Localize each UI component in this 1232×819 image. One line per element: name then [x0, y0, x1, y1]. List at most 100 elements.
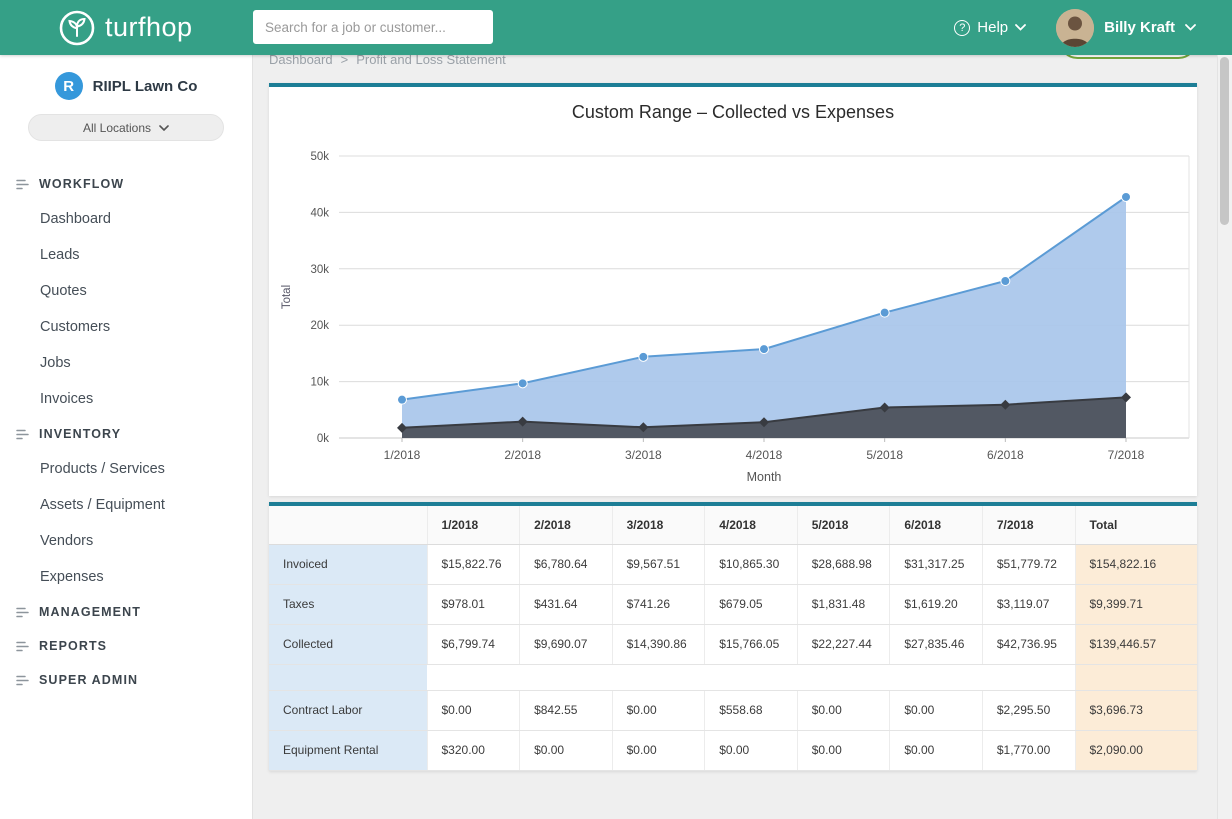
- row-label: Contract Labor: [269, 690, 427, 730]
- sidebar-item-jobs[interactable]: Jobs: [0, 345, 252, 381]
- sidebar-item-expenses[interactable]: Expenses: [0, 559, 252, 595]
- sidebar-item-products-services[interactable]: Products / Services: [0, 451, 252, 487]
- sidebar-section-super-admin[interactable]: SUPER ADMIN: [0, 663, 252, 697]
- user-menu[interactable]: Billy Kraft: [1056, 9, 1196, 47]
- column-header: [269, 506, 427, 544]
- y-tick-label: 30k: [310, 264, 329, 276]
- y-tick-label: 20k: [310, 320, 329, 332]
- cell-value: $9,399.71: [1075, 584, 1197, 624]
- x-tick-label: 3/2018: [625, 448, 662, 462]
- sidebar-item-vendors[interactable]: Vendors: [0, 523, 252, 559]
- x-tick-label: 7/2018: [1108, 448, 1145, 462]
- column-header: 3/2018: [612, 506, 705, 544]
- column-header: 6/2018: [890, 506, 983, 544]
- sidebar-item-leads[interactable]: Leads: [0, 237, 252, 273]
- section-label: WORKFLOW: [39, 177, 124, 191]
- table-row: Collected$6,799.74$9,690.07$14,390.86$15…: [269, 624, 1197, 664]
- cell-value: $9,690.07: [520, 624, 613, 664]
- chevron-down-icon: [1015, 24, 1026, 31]
- chart-card: Custom Range – Collected vs Expenses 0k 1…: [269, 83, 1197, 496]
- cell-value: $0.00: [890, 730, 983, 770]
- row-label: Invoiced: [269, 544, 427, 584]
- cell-value: $1,831.48: [797, 584, 890, 624]
- y-tick-label: 10k: [310, 377, 329, 389]
- topbar-right: ? Help Billy Kraft: [954, 0, 1196, 55]
- sidebar-item-dashboard[interactable]: Dashboard: [0, 201, 252, 237]
- cell-value: $0.00: [520, 730, 613, 770]
- cell-value: $320.00: [427, 730, 520, 770]
- chevron-down-icon: [159, 125, 169, 131]
- column-header: 2/2018: [520, 506, 613, 544]
- sidebar-section-management[interactable]: MANAGEMENT: [0, 595, 252, 629]
- column-header: 1/2018: [427, 506, 520, 544]
- cell-value: $3,119.07: [982, 584, 1075, 624]
- location-label: All Locations: [83, 121, 151, 135]
- cell-value: $51,779.72: [982, 544, 1075, 584]
- y-tick-label: 0k: [317, 433, 329, 445]
- cell-value: $0.00: [797, 690, 890, 730]
- sidebar-section-reports[interactable]: REPORTS: [0, 629, 252, 663]
- table-row: Equipment Rental$320.00$0.00$0.00$0.00$0…: [269, 730, 1197, 770]
- section-label: INVENTORY: [39, 427, 121, 441]
- cell-value: $0.00: [612, 730, 705, 770]
- help-menu[interactable]: ? Help: [954, 19, 1026, 36]
- cell-value: $0.00: [797, 730, 890, 770]
- cell-value: $15,822.76: [427, 544, 520, 584]
- main-content: Profit and Loss Statement Dashboard>Prof…: [253, 0, 1232, 771]
- series-area-collected: [402, 197, 1126, 438]
- column-header: 4/2018: [705, 506, 798, 544]
- cell-value: $558.68: [705, 690, 798, 730]
- pl-table: 1/20182/20183/20184/20185/20186/20187/20…: [269, 506, 1197, 771]
- data-point: [760, 345, 769, 354]
- section-lines-icon: [16, 675, 29, 686]
- cell-value: $22,227.44: [797, 624, 890, 664]
- sidebar-section-inventory[interactable]: INVENTORY: [0, 417, 252, 451]
- cell-value: $2,090.00: [1075, 730, 1197, 770]
- user-name: Billy Kraft: [1104, 19, 1175, 36]
- cell-value: $2,295.50: [982, 690, 1075, 730]
- help-label: Help: [977, 19, 1008, 36]
- table-row: Contract Labor$0.00$842.55$0.00$558.68$0…: [269, 690, 1197, 730]
- cell-value: $3,696.73: [1075, 690, 1197, 730]
- cell-value: $0.00: [705, 730, 798, 770]
- cell-value: $154,822.16: [1075, 544, 1197, 584]
- search-input[interactable]: [253, 10, 493, 44]
- column-header: 7/2018: [982, 506, 1075, 544]
- cell-value: $28,688.98: [797, 544, 890, 584]
- section-lines-icon: [16, 607, 29, 618]
- sidebar-item-quotes[interactable]: Quotes: [0, 273, 252, 309]
- section-lines-icon: [16, 179, 29, 190]
- spacer-cell: [1075, 664, 1197, 690]
- spacer-cell: [705, 664, 798, 690]
- spacer-cell: [982, 664, 1075, 690]
- turfhop-logo-icon: [58, 9, 96, 47]
- section-label: MANAGEMENT: [39, 605, 141, 619]
- row-label: Equipment Rental: [269, 730, 427, 770]
- cell-value: $139,446.57: [1075, 624, 1197, 664]
- cell-value: $6,799.74: [427, 624, 520, 664]
- sidebar-item-assets-equipment[interactable]: Assets / Equipment: [0, 487, 252, 523]
- spacer-cell: [890, 664, 983, 690]
- chart-svg: 0k10k20k30k40k50k1/20182/20183/20184/201…: [270, 126, 1196, 494]
- sidebar-item-customers[interactable]: Customers: [0, 309, 252, 345]
- table-header-row: 1/20182/20183/20184/20185/20186/20187/20…: [269, 506, 1197, 544]
- app-logo[interactable]: turfhop: [58, 0, 193, 55]
- cell-value: $31,317.25: [890, 544, 983, 584]
- cell-value: $1,770.00: [982, 730, 1075, 770]
- cell-value: $15,766.05: [705, 624, 798, 664]
- pl-chart: 0k10k20k30k40k50k1/20182/20183/20184/201…: [269, 126, 1197, 494]
- cell-value: $842.55: [520, 690, 613, 730]
- sidebar-item-invoices[interactable]: Invoices: [0, 381, 252, 417]
- pl-table-card: 1/20182/20183/20184/20185/20186/20187/20…: [269, 502, 1197, 771]
- cell-value: $741.26: [612, 584, 705, 624]
- sidebar: R RIIPL Lawn Co All Locations WORKFLOWDa…: [0, 55, 253, 819]
- cell-value: $9,567.51: [612, 544, 705, 584]
- table-row: Invoiced$15,822.76$6,780.64$9,567.51$10,…: [269, 544, 1197, 584]
- topbar: turfhop ? Help Billy Kraft: [0, 0, 1232, 55]
- location-selector[interactable]: All Locations: [28, 114, 224, 141]
- row-label: Collected: [269, 624, 427, 664]
- sidebar-section-workflow[interactable]: WORKFLOW: [0, 167, 252, 201]
- scrollbar-thumb[interactable]: [1220, 57, 1229, 225]
- chart-title: Custom Range – Collected vs Expenses: [269, 87, 1197, 126]
- cell-value: $0.00: [890, 690, 983, 730]
